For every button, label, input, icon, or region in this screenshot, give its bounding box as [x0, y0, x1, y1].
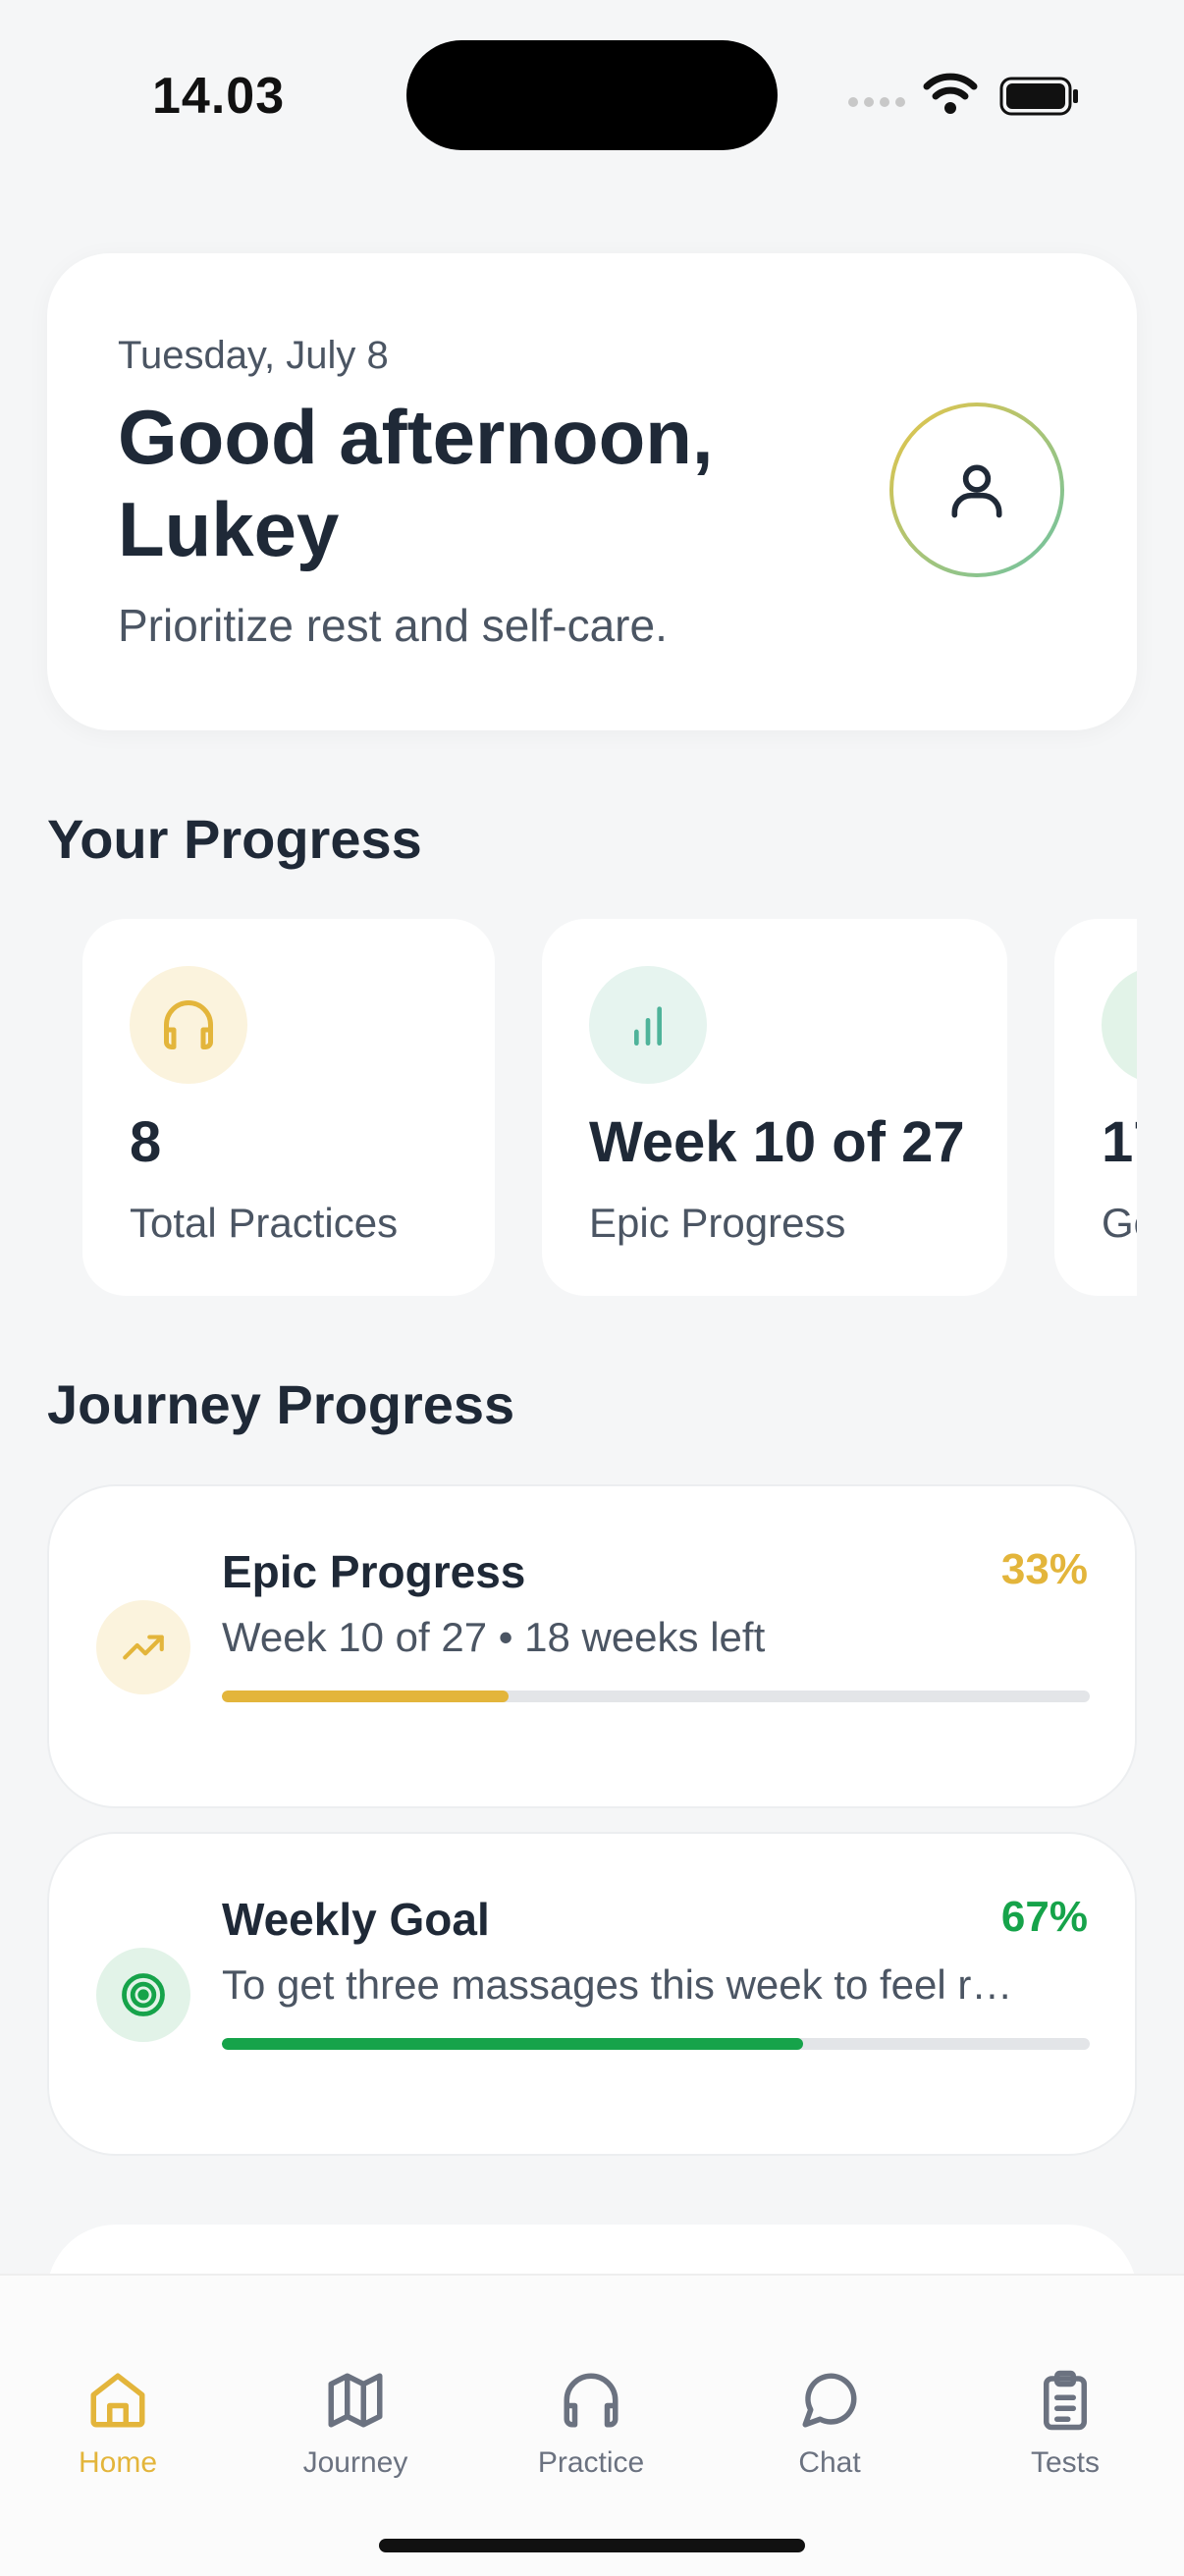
tab-home[interactable]: Home — [20, 2368, 216, 2480]
tab-label: Practice — [537, 2446, 645, 2479]
stat-card-goals[interactable]: 17 Goals — [1054, 919, 1137, 1296]
journey-progress-bar — [222, 2038, 1090, 2050]
current-date: Tuesday, July 8 — [118, 334, 389, 377]
clipboard-icon — [1044, 2370, 1087, 2431]
journey-subtitle: To get three massages this week to feel … — [222, 1961, 1013, 2008]
tab-chat[interactable]: Chat — [731, 2368, 928, 2480]
home-indicator — [379, 2539, 805, 2552]
bar-chart-icon — [589, 966, 707, 1084]
battery-icon — [999, 77, 1080, 121]
status-bar: 14.03 — [0, 0, 1184, 187]
progress-fill — [222, 2038, 804, 2050]
tab-journey[interactable]: Journey — [257, 2368, 454, 2480]
daily-tip: Prioritize rest and self-care. — [118, 600, 668, 651]
user-icon — [951, 464, 1002, 518]
tab-label: Chat — [798, 2446, 861, 2479]
greeting-card: Tuesday, July 8 Good afternoon, Lukey Pr… — [47, 253, 1137, 730]
journey-percent: 33% — [1000, 1545, 1088, 1593]
tab-label: Tests — [1030, 2446, 1101, 2479]
tab-practice[interactable]: Practice — [493, 2368, 689, 2480]
journey-card-weekly-goal[interactable]: Weekly Goal 67% To get three massages th… — [47, 1832, 1137, 2156]
progress-section-title: Your Progress — [47, 808, 422, 870]
stat-label: Total Practices — [130, 1200, 399, 1246]
journey-percent: 67% — [1000, 1893, 1088, 1941]
wifi-icon — [923, 73, 978, 121]
journey-card-epic-progress[interactable]: Epic Progress 33% Week 10 of 27 • 18 wee… — [47, 1484, 1137, 1808]
greeting-headline: Good afternoon, Lukey — [118, 394, 714, 572]
headphones-icon — [564, 2373, 619, 2428]
tab-label: Journey — [302, 2446, 408, 2479]
progress-fill — [222, 1690, 509, 1702]
bottom-tab-bar: Home Journey Practice Chat Tests — [0, 2274, 1184, 2576]
trending-up-icon — [96, 1600, 190, 1694]
target-icon — [1102, 966, 1137, 1084]
chat-bubble-icon — [802, 2373, 857, 2428]
journey-subtitle: Week 10 of 27 • 18 weeks left — [222, 1614, 766, 1660]
target-icon — [96, 1948, 190, 2042]
status-time: 14.03 — [152, 68, 286, 125]
tab-label: Home — [78, 2446, 158, 2479]
journey-progress-bar — [222, 1690, 1090, 1702]
stat-label: Epic Progress — [589, 1200, 846, 1246]
dynamic-island — [406, 40, 778, 150]
map-icon — [328, 2373, 383, 2428]
cellular-signal-icon — [848, 94, 911, 112]
headphones-icon — [130, 966, 247, 1084]
stat-value: 8 — [130, 1110, 162, 1174]
progress-stats-carousel[interactable]: 8 Total Practices Week 10 of 27 Epic Pro… — [47, 913, 1137, 1306]
journey-title: Weekly Goal — [222, 1894, 490, 1945]
stat-value: Week 10 of 27 — [589, 1110, 965, 1174]
home-icon — [90, 2373, 145, 2428]
stat-label: Goals — [1102, 1200, 1137, 1246]
journey-section-title: Journey Progress — [47, 1373, 515, 1435]
journey-title: Epic Progress — [222, 1546, 526, 1597]
stat-card-epic-progress[interactable]: Week 10 of 27 Epic Progress — [542, 919, 1007, 1296]
profile-avatar-button[interactable] — [889, 402, 1064, 577]
stat-card-total-practices[interactable]: 8 Total Practices — [82, 919, 495, 1296]
stat-value: 17 — [1102, 1110, 1137, 1174]
tab-tests[interactable]: Tests — [967, 2368, 1163, 2480]
